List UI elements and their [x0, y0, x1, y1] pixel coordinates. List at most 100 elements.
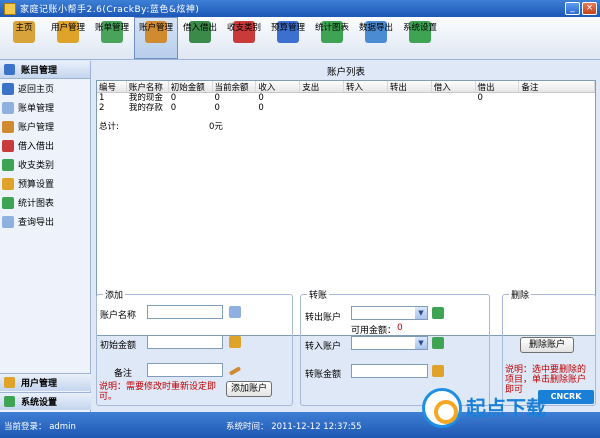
- sidebar-item-label: 返回主页: [18, 85, 55, 95]
- table-cell: 0: [214, 103, 220, 113]
- out-account-select[interactable]: ▼: [351, 306, 428, 320]
- account-icon: [229, 306, 241, 318]
- column-header[interactable]: 借出: [476, 81, 520, 92]
- delete-account-button[interactable]: 删除账户: [520, 337, 574, 353]
- list-title: 账户列表: [326, 67, 365, 78]
- sidebar-header-label: 账目管理: [21, 66, 58, 76]
- delete-legend: 删除: [511, 291, 530, 301]
- available-label: 可用金额：: [351, 326, 397, 336]
- note-input[interactable]: [147, 363, 223, 377]
- sidebar-section-users[interactable]: 用户管理: [0, 373, 91, 391]
- column-header[interactable]: 转入: [344, 81, 388, 92]
- out-account-label: 转出账户: [305, 313, 342, 323]
- column-header[interactable]: 初始金额: [169, 81, 213, 92]
- toolbar-item[interactable]: 系统设置: [398, 17, 442, 59]
- toolbar-item-label: 系统设置: [402, 23, 437, 33]
- toolbar-item[interactable]: 用户管理: [46, 17, 90, 59]
- grid-header: 编号 账户名称 初始金额 当前余额 收入 支出 转入 转出 借入 借出 备注: [97, 81, 596, 93]
- sidebar-item[interactable]: 统计图表: [0, 193, 90, 212]
- sidebar-header[interactable]: 账目管理: [0, 61, 90, 79]
- close-button[interactable]: ×: [582, 2, 597, 15]
- transfer-legend: 转账: [309, 291, 328, 301]
- toolbar-item-label: 预算管理: [270, 23, 305, 33]
- toolbar-item[interactable]: 账户管理: [134, 17, 178, 59]
- table-cell: [388, 103, 432, 113]
- toolbar-item[interactable]: 收支类别: [222, 17, 266, 59]
- initial-amount-input[interactable]: [147, 335, 223, 349]
- table-cell: [388, 93, 432, 103]
- user-icon: [4, 377, 15, 388]
- sidebar-item[interactable]: 预算设置: [0, 174, 90, 193]
- table-cell: 我的存款: [128, 103, 163, 113]
- total-label: 总计:: [99, 122, 119, 132]
- table-cell: 0: [258, 103, 264, 113]
- column-header[interactable]: 支出: [300, 81, 345, 92]
- toolbar-item[interactable]: 预算管理: [266, 17, 310, 59]
- sidebar-item[interactable]: 收支类别: [0, 155, 90, 174]
- add-account-button[interactable]: 添加账户: [226, 381, 272, 397]
- toolbar-item-label: 借入借出: [182, 23, 217, 33]
- money-icon: [432, 365, 444, 377]
- table-row[interactable]: 1 我的现金 0 0 0 0: [97, 93, 595, 103]
- chevron-down-icon[interactable]: ▼: [415, 337, 427, 349]
- sidebar-item-label: 账单管理: [18, 104, 55, 114]
- settings-icon: [4, 396, 15, 407]
- sidebar-item-label: 预算设置: [18, 180, 55, 190]
- sidebar-section-settings[interactable]: 系统设置: [0, 392, 91, 410]
- sidebar-item-label: 查询导出: [18, 218, 55, 228]
- minimize-button[interactable]: _: [565, 2, 580, 15]
- column-header[interactable]: 当前余额: [213, 81, 257, 92]
- toolbar-item[interactable]: 借入借出: [178, 17, 222, 59]
- table-cell: 我的现金: [128, 93, 163, 103]
- sidebar-item[interactable]: 账户管理: [0, 117, 90, 136]
- toolbar-item[interactable]: 统计图表: [310, 17, 354, 59]
- sidebar: 账目管理 返回主页账单管理账户管理借入借出收支类别预算设置统计图表查询导出 用户…: [0, 61, 91, 412]
- sidebar-item-label: 收支类别: [18, 161, 55, 171]
- column-header[interactable]: 备注: [519, 81, 596, 92]
- column-header[interactable]: 转出: [388, 81, 432, 92]
- arrow-down-icon: [432, 307, 444, 319]
- sidebar-item[interactable]: 查询导出: [0, 212, 90, 231]
- table-cell: 0: [170, 103, 177, 113]
- available-value: 0: [397, 323, 403, 333]
- toolbar-item[interactable]: 主页: [2, 17, 46, 59]
- sidebar-item-label: 账户管理: [18, 123, 55, 133]
- table-cell: 0: [258, 93, 264, 103]
- category-icon: [2, 158, 14, 171]
- toolbar-item-label: 统计图表: [314, 23, 349, 33]
- table-cell: [344, 93, 388, 103]
- export-icon: [2, 215, 14, 228]
- grid-body: 1 我的现金 0 0 0 0 2 我的存款 0 0 0: [97, 93, 595, 113]
- sidebar-item[interactable]: 借入借出: [0, 136, 90, 155]
- table-cell: [519, 93, 595, 103]
- status-bar: 当前登录： admin 系统时间： 2011-12-12 12:37:55: [0, 412, 600, 438]
- toolbar-item[interactable]: 账单管理: [90, 17, 134, 59]
- column-header[interactable]: 编号: [97, 81, 127, 92]
- toolbar-item[interactable]: 数据导出: [354, 17, 398, 59]
- transfer-amount-label: 转账金额: [305, 370, 342, 380]
- in-account-select[interactable]: ▼: [351, 336, 428, 350]
- transfer-amount-input[interactable]: [351, 364, 428, 378]
- exchange-icon: [2, 139, 14, 152]
- column-header[interactable]: 账户名称: [127, 81, 169, 92]
- sidebar-item[interactable]: 返回主页: [0, 79, 90, 98]
- chart-icon: [2, 196, 14, 209]
- column-header[interactable]: 借入: [432, 81, 476, 92]
- arrow-up-icon: [432, 337, 444, 349]
- toolbar-item-label: 用户管理: [50, 23, 85, 33]
- in-account-label: 转入账户: [305, 342, 342, 352]
- bill-icon: [2, 101, 14, 114]
- table-row[interactable]: 2 我的存款 0 0 0: [97, 103, 595, 113]
- account-name-input[interactable]: [147, 305, 223, 319]
- total-row: 总计: 0元: [97, 121, 595, 133]
- budget-icon: [2, 177, 14, 190]
- table-cell: [432, 103, 476, 113]
- column-header[interactable]: 收入: [256, 81, 301, 92]
- delete-note: 说明：选中要删除的项目，单击删除账户即可: [505, 365, 587, 395]
- chevron-down-icon[interactable]: ▼: [415, 307, 427, 319]
- back-icon: [2, 82, 14, 95]
- sidebar-item[interactable]: 账单管理: [0, 98, 90, 117]
- toolbar-item-label: 收支类别: [226, 23, 261, 33]
- table-cell: [476, 103, 520, 113]
- sidebar-items: 返回主页账单管理账户管理借入借出收支类别预算设置统计图表查询导出: [0, 79, 90, 231]
